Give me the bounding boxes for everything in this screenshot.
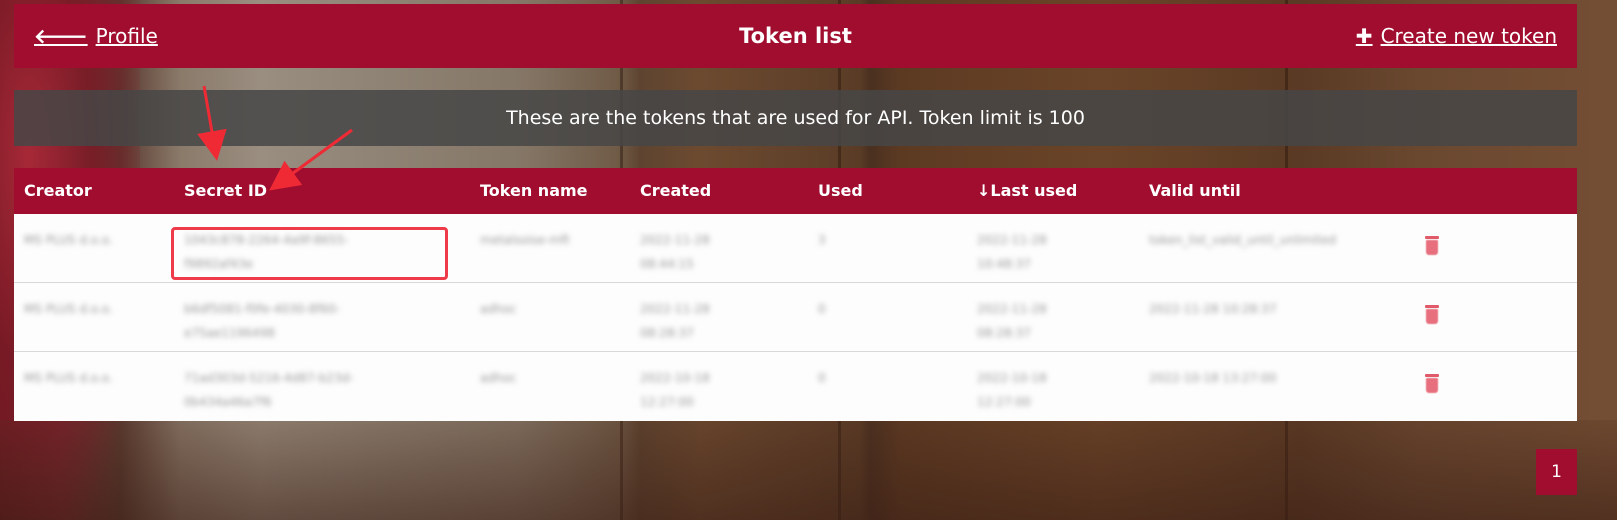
column-used[interactable]: Used: [818, 181, 863, 200]
used-cell: 0: [818, 302, 826, 316]
plus-icon: ✚: [1355, 24, 1373, 48]
column-last-used[interactable]: ↓Last used: [977, 181, 1087, 200]
creator-cell: MS PLUS d.o.o.: [24, 371, 113, 385]
profile-link-label: Profile: [95, 24, 158, 48]
column-secret-id[interactable]: Secret ID: [184, 181, 414, 200]
column-creator[interactable]: Creator: [24, 181, 92, 200]
secret-id-cell: b6df5081-f0fe-4030-8f60- e75ae1196498: [184, 302, 341, 340]
token-name-cell: adhoc: [480, 371, 517, 385]
token-name-cell: adhoc: [480, 302, 517, 316]
top-bar: 🡐 Profile Token list ✚ Create new token: [14, 4, 1577, 68]
used-cell: 0: [818, 371, 826, 385]
trash-icon[interactable]: [1424, 374, 1440, 394]
last-used-cell: 2022-10-18 12:27:00: [977, 371, 1047, 409]
background-detail: [0, 420, 1617, 520]
create-token-label: Create new token: [1380, 24, 1557, 48]
page-title: Token list: [739, 24, 852, 48]
column-created[interactable]: Created: [640, 181, 750, 200]
valid-until-cell: token_list_valid_until_unlimited: [1149, 233, 1337, 247]
table-row: MS PLUS d.o.o. b6df5081-f0fe-4030-8f60- e…: [14, 283, 1577, 352]
create-token-link[interactable]: ✚ Create new token: [1356, 24, 1557, 48]
table-row: MS PLUS d.o.o. 71ad303d-5216-4d87-b23d- 0…: [14, 352, 1577, 421]
last-used-cell: 2022-11-28 10:48:37: [977, 233, 1047, 271]
valid-until-cell: 2022-10-18 13:27:00: [1149, 371, 1277, 385]
table-header: Creator Secret ID Token name Created Use…: [14, 168, 1577, 214]
token-limit-notice: These are the tokens that are used for A…: [14, 90, 1577, 146]
arrow-left-icon: 🡐: [34, 24, 88, 48]
pagination-page-button[interactable]: 1: [1536, 449, 1577, 495]
last-used-cell: 2022-11-28 08:28:37: [977, 302, 1047, 340]
secret-id-cell: 71ad303d-5216-4d87-b23d- 0b434a46a7f6: [184, 371, 354, 409]
created-cell: 2022-11-28 08:28:37: [640, 302, 710, 340]
used-cell: 3: [818, 233, 826, 247]
valid-until-cell: 2022-11-28 10:28:37: [1149, 302, 1277, 316]
created-cell: 2022-10-18 12:27:00: [640, 371, 710, 409]
profile-back-link[interactable]: 🡐 Profile: [34, 24, 158, 48]
creator-cell: MS PLUS d.o.o.: [24, 302, 113, 316]
created-cell: 2022-11-28 08:44:15: [640, 233, 710, 271]
token-table: Creator Secret ID Token name Created Use…: [14, 168, 1577, 421]
trash-icon[interactable]: [1424, 236, 1440, 256]
creator-cell: MS PLUS d.o.o.: [24, 233, 113, 247]
token-name-cell: metalsoise-mft: [480, 233, 570, 247]
annotation-highlight-box: [171, 227, 448, 280]
column-token-name[interactable]: Token name: [480, 181, 588, 200]
column-valid-until[interactable]: Valid until: [1149, 181, 1241, 200]
trash-icon[interactable]: [1424, 305, 1440, 325]
